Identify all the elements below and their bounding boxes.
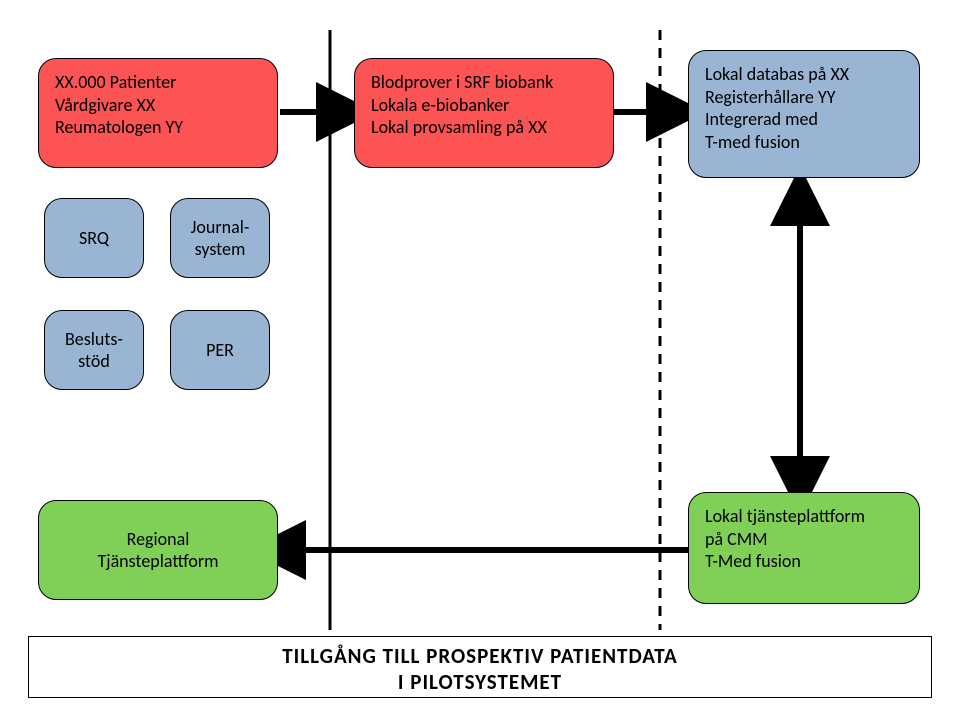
- text: Lokal databas på XX: [705, 63, 849, 85]
- text: T-med fusion: [705, 131, 800, 153]
- box-patients: XX.000 Patienter Vårdgivare XX Reumatolo…: [38, 58, 278, 168]
- box-srq: SRQ: [44, 198, 144, 278]
- text: Lokal provsamling på XX: [371, 116, 547, 138]
- text: T-Med fusion: [705, 550, 801, 572]
- text: på CMM: [705, 528, 768, 550]
- box-localdb: Lokal databas på XX Registerhållare YY I…: [688, 50, 920, 178]
- box-local-platform: Lokal tjänsteplattform på CMM T-Med fusi…: [688, 492, 920, 604]
- box-journalsystem: Journal- system: [170, 198, 270, 278]
- text: PER: [206, 339, 234, 362]
- text: Regional: [127, 528, 190, 551]
- text: Lokal tjänsteplattform: [705, 505, 865, 527]
- text: Reumatologen YY: [55, 116, 183, 138]
- box-biobank: Blodprover i SRF biobank Lokala e-bioban…: [354, 58, 614, 168]
- text: Registerhållare YY: [705, 86, 836, 108]
- text: Integrerad med: [705, 108, 818, 130]
- box-regional: Regional Tjänsteplattform: [38, 500, 278, 600]
- text: Lokala e-biobanker: [371, 94, 509, 116]
- text: SRQ: [79, 227, 109, 250]
- text: XX.000 Patienter: [55, 71, 176, 93]
- text: TILLGÅNG TILL PROSPEKTIV PATIENTDATA: [282, 643, 678, 669]
- box-beslutsstod: Besluts- stöd: [44, 310, 144, 390]
- text: Journal- system: [191, 216, 250, 261]
- text: Vårdgivare XX: [55, 94, 155, 116]
- text: I PILOTSYSTEMET: [398, 669, 562, 695]
- text: Tjänsteplattform: [97, 550, 218, 573]
- box-per: PER: [170, 310, 270, 390]
- text: Besluts- stöd: [65, 328, 123, 373]
- text: Blodprover i SRF biobank: [371, 71, 553, 93]
- box-footer-title: TILLGÅNG TILL PROSPEKTIV PATIENTDATA I P…: [28, 636, 932, 698]
